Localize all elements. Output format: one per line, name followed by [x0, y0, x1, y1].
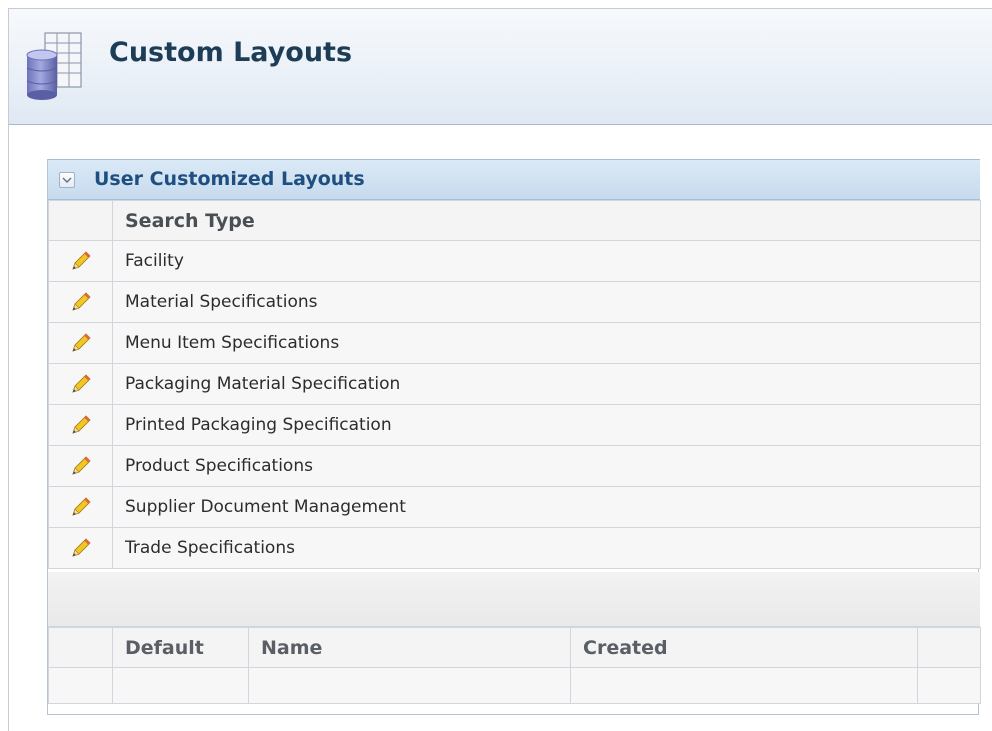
search-type-name[interactable]: Printed Packaging Specification	[112, 404, 981, 446]
edit-cell[interactable]	[48, 322, 113, 364]
search-type-row[interactable]: Facility	[48, 240, 981, 282]
panel-title: User Customized Layouts	[94, 168, 365, 190]
search-type-row[interactable]: Trade Specifications	[48, 527, 981, 569]
edit-cell[interactable]	[48, 486, 113, 528]
column-header-default[interactable]: Default	[112, 627, 249, 668]
header-spacer	[917, 627, 981, 668]
search-type-header-row: Search Type	[48, 200, 981, 241]
pencil-icon	[71, 538, 91, 557]
pencil-icon	[71, 456, 91, 475]
edit-cell[interactable]	[48, 445, 113, 487]
layouts-header-row: Default Name Created	[48, 627, 981, 668]
empty-cell	[248, 667, 571, 704]
user-customized-layouts-panel: User Customized Layouts Search Type Faci…	[47, 159, 981, 715]
search-type-row[interactable]: Product Specifications	[48, 445, 981, 487]
search-type-name[interactable]: Menu Item Specifications	[112, 322, 981, 364]
empty-row	[48, 667, 981, 704]
search-type-row[interactable]: Material Specifications	[48, 281, 981, 323]
pencil-icon	[71, 251, 91, 270]
edit-cell[interactable]	[48, 404, 113, 446]
edit-cell[interactable]	[48, 281, 113, 323]
pencil-icon	[71, 415, 91, 434]
database-grid-icon	[26, 32, 82, 100]
layouts-toolbar-band	[48, 572, 980, 627]
header-spacer	[48, 200, 113, 241]
search-type-table: Search Type Facility Material Specificati…	[48, 200, 981, 569]
search-type-row[interactable]: Printed Packaging Specification	[48, 404, 981, 446]
collapse-button[interactable]	[59, 172, 75, 188]
empty-cell	[570, 667, 918, 704]
search-type-row[interactable]: Packaging Material Specification	[48, 363, 981, 405]
search-type-row[interactable]: Supplier Document Management	[48, 486, 981, 528]
page-frame: Custom Layouts User Customized Layouts S…	[8, 8, 992, 731]
empty-cell	[48, 667, 113, 704]
pencil-icon	[71, 292, 91, 311]
empty-cell	[917, 667, 981, 704]
search-type-name[interactable]: Supplier Document Management	[112, 486, 981, 528]
edit-cell[interactable]	[48, 527, 113, 569]
page-title: Custom Layouts	[109, 37, 353, 68]
empty-cell	[112, 667, 249, 704]
search-type-name[interactable]: Trade Specifications	[112, 527, 981, 569]
pencil-icon	[71, 497, 91, 516]
header-spacer	[48, 627, 113, 668]
search-type-name[interactable]: Packaging Material Specification	[112, 363, 981, 405]
search-type-name[interactable]: Product Specifications	[112, 445, 981, 487]
search-type-name[interactable]: Facility	[112, 240, 981, 282]
search-type-name[interactable]: Material Specifications	[112, 281, 981, 323]
search-type-row[interactable]: Menu Item Specifications	[48, 322, 981, 364]
column-header-search-type[interactable]: Search Type	[112, 200, 981, 241]
page-header: Custom Layouts	[9, 9, 992, 125]
edit-cell[interactable]	[48, 240, 113, 282]
chevron-down-icon	[62, 177, 72, 183]
pencil-icon	[71, 333, 91, 352]
pencil-icon	[71, 374, 91, 393]
panel-header[interactable]: User Customized Layouts	[48, 159, 980, 200]
column-header-name[interactable]: Name	[248, 627, 571, 668]
edit-cell[interactable]	[48, 363, 113, 405]
layouts-table: Default Name Created	[48, 627, 981, 704]
column-header-created[interactable]: Created	[570, 627, 918, 668]
